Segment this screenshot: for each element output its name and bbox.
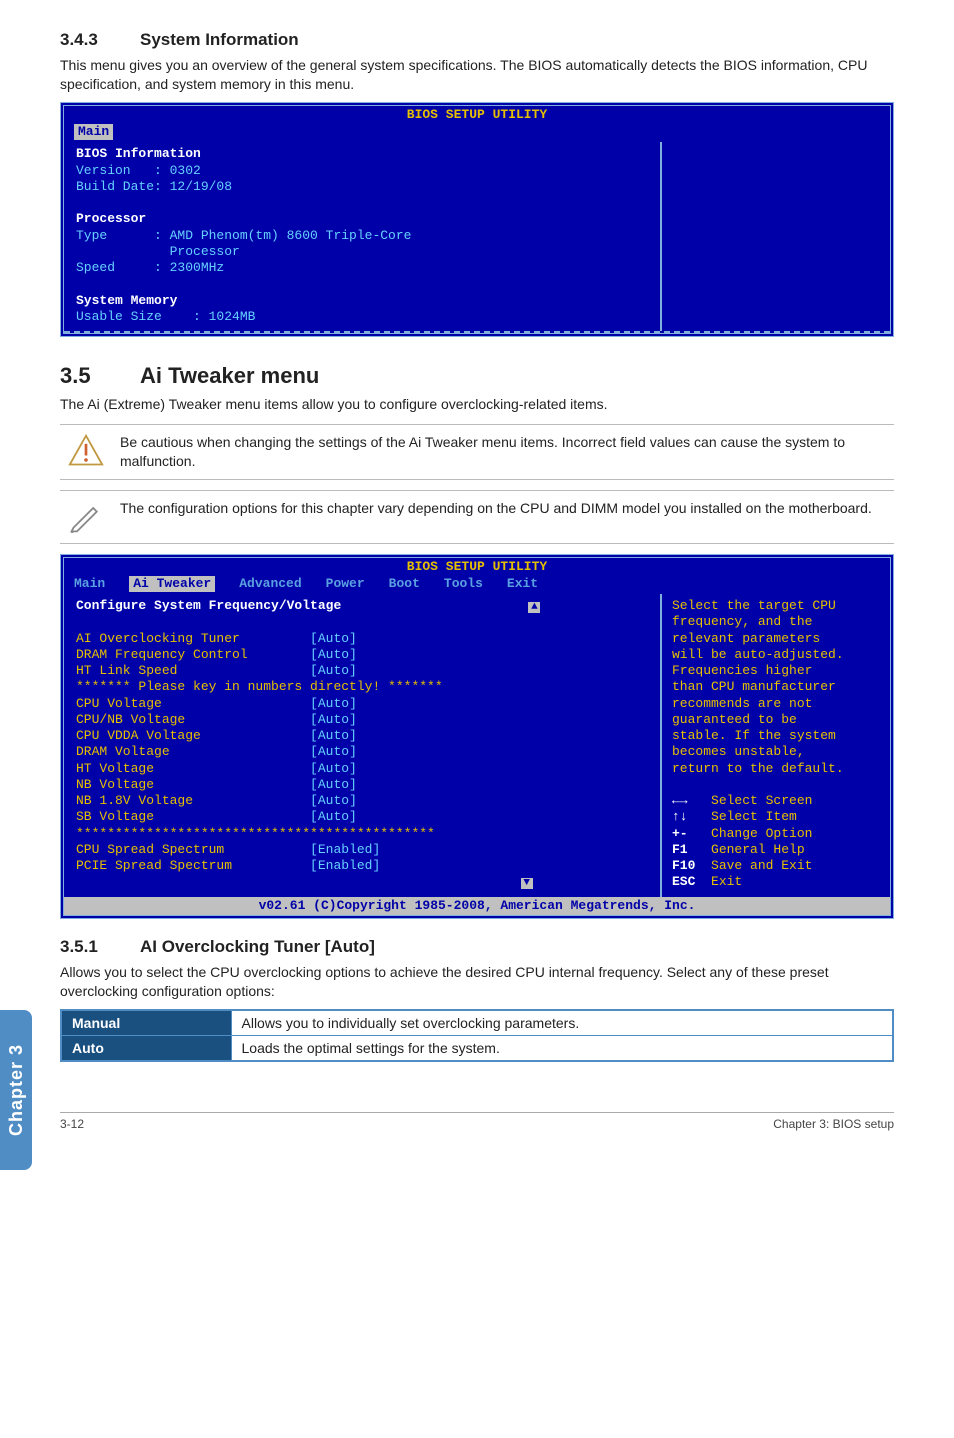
- heading-35-title: Ai Tweaker menu: [140, 363, 319, 388]
- caution-box: Be cautious when changing the settings o…: [60, 424, 894, 480]
- scroll-down-icon: ▼: [521, 878, 533, 889]
- row-nb18-v[interactable]: NB 1.8V Voltage [Auto]: [76, 793, 357, 808]
- heading-35: 3.5Ai Tweaker menu: [60, 363, 894, 389]
- note-text: The configuration options for this chapt…: [120, 499, 888, 518]
- bios2-tab-main: Main: [74, 576, 105, 592]
- caution-icon: [66, 433, 106, 469]
- bios-box-tweaker: BIOS SETUP UTILITY Main Ai Tweaker Advan…: [60, 554, 894, 919]
- bios1-tabs: Main: [64, 124, 890, 142]
- bios2-tab-boot: Boot: [389, 576, 420, 592]
- row-cpu-ss[interactable]: CPU Spread Spectrum [Enabled]: [76, 842, 380, 857]
- bios1-help-pane: [660, 142, 890, 331]
- bios2-tab-tools: Tools: [444, 576, 483, 592]
- heading-351: 3.5.1AI Overclocking Tuner [Auto]: [60, 937, 894, 957]
- row-sb-v[interactable]: SB Voltage [Auto]: [76, 809, 357, 824]
- para-343: This menu gives you an overview of the g…: [60, 56, 894, 94]
- heading-35-num: 3.5: [60, 363, 140, 389]
- row-dram-v[interactable]: DRAM Voltage [Auto]: [76, 744, 357, 759]
- row-nb-v[interactable]: NB Voltage [Auto]: [76, 777, 357, 792]
- heading-343: 3.4.3System Information: [60, 30, 894, 50]
- oc-options-table: Manual Allows you to individually set ov…: [60, 1009, 894, 1062]
- row-dram-freq[interactable]: DRAM Frequency Control [Auto]: [76, 647, 357, 662]
- heading-343-title: System Information: [140, 30, 299, 49]
- heading-343-num: 3.4.3: [60, 30, 140, 50]
- bios2-left-content: Configure System Frequency/Voltage ▲ AI …: [76, 598, 652, 891]
- bios2-tab-pwr: Power: [326, 576, 365, 592]
- row-ai-oc[interactable]: AI Overclocking Tuner [Auto]: [76, 631, 357, 646]
- bios2-tab-adv: Advanced: [239, 576, 301, 592]
- bios2-help-pane: Select the target CPU frequency, and the…: [672, 598, 882, 891]
- footer-page-num: 3-12: [60, 1117, 84, 1131]
- row-ht-link[interactable]: HT Link Speed [Auto]: [76, 663, 357, 678]
- bios2-tab-ai: Ai Tweaker: [129, 576, 215, 592]
- heading-351-title: AI Overclocking Tuner [Auto]: [140, 937, 375, 956]
- footer-chapter: Chapter 3: BIOS setup: [773, 1117, 894, 1131]
- bios1-title: BIOS SETUP UTILITY: [64, 106, 890, 124]
- note-box: The configuration options for this chapt…: [60, 490, 894, 544]
- bios1-content: BIOS Information Version : 0302 Build Da…: [76, 146, 652, 325]
- opt-auto-key: Auto: [61, 1035, 231, 1061]
- opt-auto-val: Loads the optimal settings for the syste…: [231, 1035, 893, 1061]
- para-35: The Ai (Extreme) Tweaker menu items allo…: [60, 395, 894, 414]
- table-row: Auto Loads the optimal settings for the …: [61, 1035, 893, 1061]
- row-ht-v[interactable]: HT Voltage [Auto]: [76, 761, 357, 776]
- row-cpuvdda-v[interactable]: CPU VDDA Voltage [Auto]: [76, 728, 357, 743]
- opt-manual-key: Manual: [61, 1010, 231, 1036]
- page-footer: 3-12 Chapter 3: BIOS setup: [60, 1112, 894, 1131]
- caution-text: Be cautious when changing the settings o…: [120, 433, 888, 471]
- bios2-tabs: Main Ai Tweaker Advanced Power Boot Tool…: [64, 576, 890, 594]
- row-cpu-v[interactable]: CPU Voltage [Auto]: [76, 696, 357, 711]
- bios2-footer: v02.61 (C)Copyright 1985-2008, American …: [64, 897, 890, 915]
- scroll-up-icon: ▲: [528, 602, 540, 613]
- row-pcie-ss[interactable]: PCIE Spread Spectrum [Enabled]: [76, 858, 380, 873]
- para-351: Allows you to select the CPU overclockin…: [60, 963, 894, 1001]
- bios2-tab-exit: Exit: [507, 576, 538, 592]
- bios-box-sysinfo: BIOS SETUP UTILITY Main BIOS Information…: [60, 102, 894, 337]
- opt-manual-val: Allows you to individually set overclock…: [231, 1010, 893, 1036]
- bios1-tab-main: Main: [74, 124, 113, 140]
- bios2-title: BIOS SETUP UTILITY: [64, 558, 890, 576]
- heading-351-num: 3.5.1: [60, 937, 140, 957]
- row-cpunb-v[interactable]: CPU/NB Voltage [Auto]: [76, 712, 357, 727]
- pencil-icon: [66, 499, 106, 535]
- table-row: Manual Allows you to individually set ov…: [61, 1010, 893, 1036]
